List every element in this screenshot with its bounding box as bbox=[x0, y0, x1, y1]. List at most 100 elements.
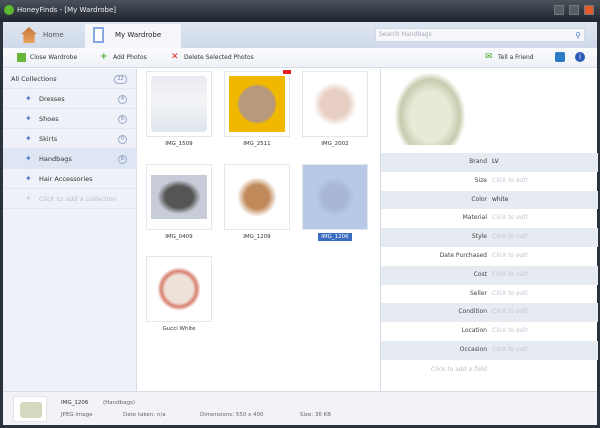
collection-icon: ✦ bbox=[25, 134, 32, 143]
collection-icon: ✦ bbox=[25, 194, 32, 203]
title-bar: HoneyFinds - [My Wardrobe] bbox=[0, 0, 600, 22]
sidebar-item-all-collections[interactable]: All Collections 22 bbox=[3, 69, 137, 89]
field-value[interactable]: white bbox=[492, 191, 508, 210]
plus-icon: + bbox=[100, 52, 108, 62]
minimize-button[interactable] bbox=[554, 5, 564, 15]
field-label: Occasion bbox=[459, 346, 487, 353]
sidebar-item-dresses[interactable]: ✦ Dresses 4 bbox=[3, 89, 137, 109]
label: Click to add a collection bbox=[39, 195, 117, 203]
count-badge: 6 bbox=[118, 155, 127, 164]
status-filename: IMG_1206 bbox=[61, 400, 89, 406]
photo-thumbnail[interactable] bbox=[146, 71, 212, 137]
label: Dresses bbox=[39, 95, 65, 103]
photo-image bbox=[229, 76, 285, 132]
photo-image bbox=[307, 169, 363, 225]
detail-row-style: Style Click to edit bbox=[381, 228, 598, 247]
photo-thumbnail-selected[interactable] bbox=[302, 164, 368, 230]
field-value[interactable]: Click to edit bbox=[492, 341, 528, 360]
delete-icon: ✕ bbox=[171, 52, 179, 62]
label: Hair Accessories bbox=[39, 175, 93, 183]
wardrobe-icon bbox=[93, 27, 104, 43]
label: Tell a Friend bbox=[498, 54, 534, 61]
label: Skirts bbox=[39, 135, 58, 143]
field-label: Material bbox=[462, 214, 487, 222]
add-field-button[interactable]: Click to add a field bbox=[381, 366, 487, 373]
label: Shoes bbox=[39, 115, 59, 123]
status-bar: IMG_1206 (Handbags) JPEG image Date take… bbox=[3, 391, 597, 425]
tab-label: My Wardrobe bbox=[115, 31, 162, 39]
search-input[interactable]: Search Handbags ⚲ bbox=[375, 28, 585, 42]
field-value[interactable]: Click to edit bbox=[492, 247, 528, 266]
field-value[interactable]: LV bbox=[492, 153, 499, 172]
field-value[interactable]: Click to edit bbox=[492, 209, 528, 228]
collection-icon: ✦ bbox=[25, 154, 32, 163]
sidebar-item-handbags[interactable]: ✦ Handbags 6 bbox=[3, 149, 137, 169]
photo-thumbnail[interactable] bbox=[302, 71, 368, 137]
collections-sidebar: All Collections 22 ✦ Dresses 4 ✦ Shoes 6 ✦ Ski… bbox=[3, 69, 137, 391]
search-placeholder: Search Handbags bbox=[379, 31, 432, 38]
field-value[interactable]: Click to edit bbox=[492, 172, 528, 191]
sidebar-item-hair-accessories[interactable]: ✦ Hair Accessories bbox=[3, 169, 137, 189]
collection-icon: ✦ bbox=[25, 94, 32, 103]
status-size: Size: 36 KB bbox=[300, 412, 332, 418]
detail-row-seller: Seller Click to edit bbox=[381, 285, 598, 304]
tab-home[interactable]: Home bbox=[13, 24, 81, 48]
photo-caption: IMG_1206 bbox=[302, 233, 368, 241]
label: Add Photos bbox=[113, 54, 147, 61]
photo-image bbox=[151, 175, 207, 219]
sidebar-item-skirts[interactable]: ✦ Skirts 0 bbox=[3, 129, 137, 149]
status-thumbnail bbox=[13, 396, 47, 422]
photo-thumbnail[interactable] bbox=[146, 164, 212, 230]
tell-friend-button[interactable]: ✉ Tell a Friend bbox=[485, 52, 534, 63]
status-date: Date taken: n/a bbox=[123, 412, 166, 418]
close-wardrobe-button[interactable]: Close Wardrobe bbox=[17, 52, 77, 63]
label: Close Wardrobe bbox=[30, 54, 78, 61]
tab-my-wardrobe[interactable]: My Wardrobe bbox=[85, 24, 181, 48]
detail-row-cost: Cost Click to edit bbox=[381, 265, 598, 285]
add-collection-button[interactable]: ✦ Click to add a collection bbox=[3, 189, 137, 209]
photo-caption: IMG_1209 bbox=[243, 234, 271, 240]
photo-image bbox=[151, 261, 207, 317]
photo-caption: IMG_2002 bbox=[321, 141, 349, 147]
sidebar-item-shoes[interactable]: ✦ Shoes 6 bbox=[3, 109, 137, 129]
tell-friend-icon: ✉ bbox=[485, 52, 493, 62]
field-label: Condition bbox=[458, 308, 487, 316]
field-label: Seller bbox=[470, 289, 487, 297]
field-value[interactable]: Click to edit bbox=[492, 322, 528, 341]
field-value[interactable]: Click to edit bbox=[492, 228, 528, 247]
field-value[interactable]: Click to edit bbox=[492, 303, 528, 322]
info-icon[interactable]: i bbox=[575, 52, 585, 62]
photo-thumbnail[interactable] bbox=[224, 70, 291, 137]
close-wardrobe-icon bbox=[17, 53, 26, 62]
add-photos-button[interactable]: + Add Photos bbox=[100, 52, 147, 63]
count-badge: 0 bbox=[118, 135, 127, 144]
field-value[interactable]: Click to edit bbox=[492, 266, 528, 285]
maximize-button[interactable] bbox=[569, 5, 579, 15]
detail-row-brand: Brand LV bbox=[381, 153, 598, 172]
photo-caption: IMG_0409 bbox=[165, 234, 193, 240]
collection-icon: ✦ bbox=[25, 114, 32, 123]
field-label: Style bbox=[471, 233, 487, 241]
app-logo-icon bbox=[4, 5, 14, 15]
new-badge bbox=[283, 70, 291, 74]
field-value[interactable]: Click to edit bbox=[492, 285, 528, 304]
field-label: Location bbox=[461, 327, 487, 335]
close-button[interactable] bbox=[584, 5, 594, 15]
photo-grid: IMG_1509 IMG_2511 IMG_2002 IMG_0409 IMG_… bbox=[138, 69, 380, 391]
status-type: JPEG image bbox=[61, 412, 93, 418]
label: Delete Selected Photos bbox=[184, 54, 254, 61]
window-title: HoneyFinds - [My Wardrobe] bbox=[17, 6, 116, 14]
field-label: Brand bbox=[469, 158, 487, 165]
status-dimensions: Dimensions: 550 x 400 bbox=[200, 412, 264, 418]
search-icon[interactable]: ⚲ bbox=[575, 30, 581, 42]
web-icon[interactable] bbox=[555, 52, 565, 62]
label: Handbags bbox=[39, 155, 72, 163]
photo-thumbnail[interactable] bbox=[146, 256, 212, 322]
photo-caption: Gucci White bbox=[162, 326, 196, 332]
photo-thumbnail[interactable] bbox=[224, 164, 290, 230]
selected-photo-preview bbox=[395, 73, 465, 145]
count-badge: 22 bbox=[114, 75, 127, 84]
details-panel: Brand LV Size Click to edit Color white Materi… bbox=[380, 69, 598, 391]
delete-photos-button[interactable]: ✕ Delete Selected Photos bbox=[171, 52, 254, 63]
label: All Collections bbox=[11, 75, 57, 83]
